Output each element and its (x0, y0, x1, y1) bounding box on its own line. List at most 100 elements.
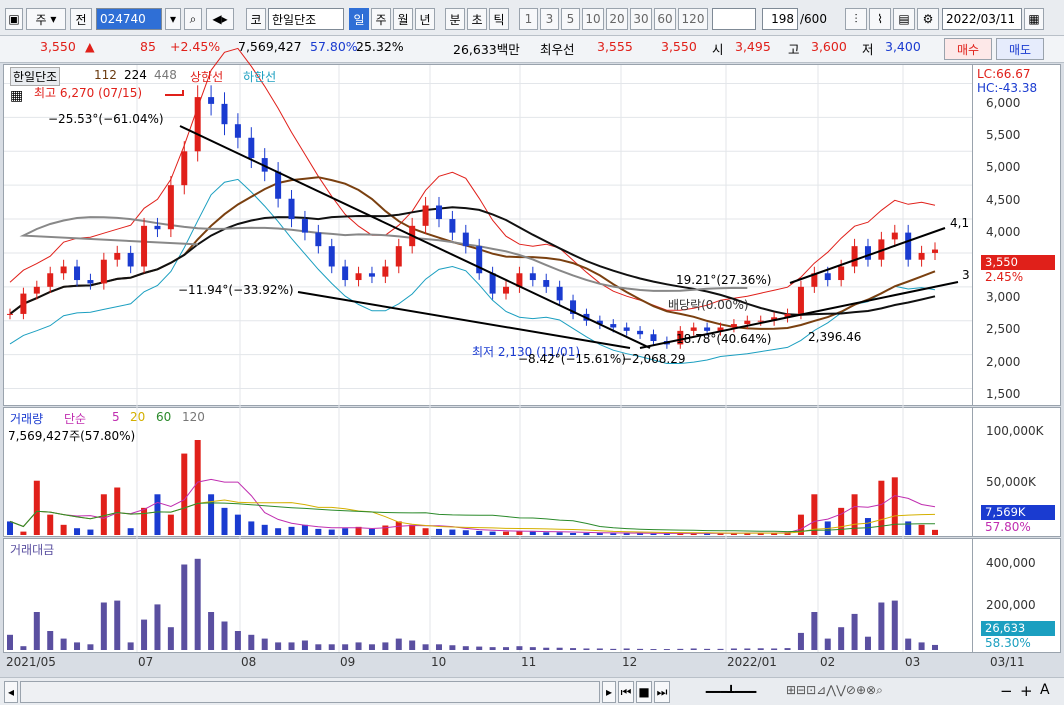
trend-note-2: −11.94°(−33.92%) (178, 283, 294, 297)
volume-bar (583, 532, 590, 535)
amount-bar (208, 612, 215, 650)
amount-bar (221, 621, 228, 650)
amount-bar (33, 612, 40, 650)
first-page-icon[interactable]: ⏮ (618, 681, 634, 703)
y-tick: 5,000 (986, 160, 1021, 174)
amount-bar (824, 638, 831, 650)
volume-bar (74, 528, 81, 535)
hc-value: HC:-43.38 (977, 81, 1038, 95)
last-page-icon[interactable]: ⏭ (654, 681, 670, 703)
table-icon[interactable]: ▦ (10, 88, 23, 104)
candle-body (623, 327, 630, 331)
candle-body (503, 286, 510, 294)
font-size-icon[interactable]: A (1040, 682, 1050, 698)
amount-bar (114, 600, 121, 650)
last-price-tag: 3,550 (981, 255, 1055, 270)
candle-body (891, 232, 898, 240)
amount-bar (449, 645, 456, 650)
candle-body (275, 171, 282, 199)
candle-body (141, 225, 148, 267)
amount-bar (663, 649, 670, 650)
candle-body (234, 124, 241, 138)
trend-line-low (297, 291, 631, 349)
candle-body (650, 334, 657, 342)
volume-bar (543, 532, 550, 535)
volume-bar (33, 480, 40, 535)
legend-ma224: 224 (124, 68, 147, 82)
amount-bar (650, 649, 657, 650)
candle-body (797, 286, 804, 314)
y-tick: 4,500 (986, 193, 1021, 207)
amount-bar (690, 648, 697, 650)
amount-bar (74, 642, 81, 650)
volume-ma20-line (9, 499, 936, 534)
amount-bar (275, 642, 282, 650)
volume-bar (127, 528, 134, 535)
candle-body (248, 137, 255, 159)
y-tick: 5,500 (986, 128, 1021, 142)
trend-note-7: 2,396.46 (808, 330, 862, 344)
amount-bar (127, 642, 134, 650)
amount-bar (489, 647, 496, 650)
zoom-slider[interactable]: ━━━┻━━━ (686, 681, 776, 703)
volume-bar (221, 507, 228, 535)
candle-body (556, 286, 563, 301)
amount-bar (704, 648, 711, 650)
amount-ratio-tag: 58.30% (985, 636, 1031, 650)
candle-body (100, 259, 107, 284)
candle-body (610, 324, 617, 328)
x-tick: 11 (521, 655, 537, 669)
scroll-left-icon[interactable]: ◂ (4, 681, 18, 703)
trend-note-4: −8.42°(−15.61%) (518, 352, 626, 366)
volume-legend: 거래량 (10, 412, 44, 426)
volume-bar (288, 526, 295, 535)
ma224-line (9, 206, 936, 316)
amount-bar (744, 648, 751, 650)
volume-bar (529, 531, 536, 535)
volume-bar (47, 514, 54, 535)
amount-bar (301, 640, 308, 650)
amount-bar (167, 627, 174, 650)
y-tick: 6,000 (986, 96, 1021, 110)
amount-bar (864, 636, 871, 650)
candle-body (704, 327, 711, 331)
candle-body (462, 232, 469, 247)
candle-body (422, 205, 429, 226)
bottom-toolbar: ◂ ▸ ⏮ ■ ⏭ ━━━┻━━━ ⊞⊟⊡⊿⋀⋁⊘⊕⊗⌕ − + A (0, 677, 1064, 705)
zoom-out-icon[interactable]: − (1000, 682, 1013, 700)
y-tick: 2,000 (986, 355, 1021, 369)
zoom-in-icon[interactable]: + (1020, 682, 1033, 700)
scroll-right-icon[interactable]: ▸ (602, 681, 616, 703)
trend-note-3: 19.21°(27.36%) (676, 273, 772, 287)
amount-bar (596, 648, 603, 650)
amount-bar (87, 644, 94, 650)
x-tick: 02 (820, 655, 836, 669)
amount-bar (20, 646, 27, 650)
volume-bar (610, 533, 617, 535)
volume-value: 7,569,427주(57.80%) (8, 429, 136, 443)
amount-bar (610, 648, 617, 650)
volume-bar (342, 528, 349, 535)
amount-bar (261, 638, 268, 650)
amount-bar (141, 619, 148, 650)
amount-bar (891, 600, 898, 650)
volume-bar (891, 477, 898, 535)
high-arrow (165, 90, 184, 96)
candle-body (449, 219, 456, 233)
x-tick: 08 (241, 655, 257, 669)
volume-bar (409, 524, 416, 535)
dividend-note: 배당락(0.00%) (668, 298, 749, 312)
stop-icon[interactable]: ■ (636, 681, 652, 703)
amount-y-tick: 200,000 (986, 598, 1036, 612)
drawing-tools-icon[interactable]: ⊞⊟⊡⊿⋀⋁⊘⊕⊗⌕ (786, 683, 883, 698)
volume-bar (100, 494, 107, 535)
horizontal-scrollbar[interactable] (20, 681, 600, 703)
candle-body (208, 97, 215, 104)
legend-lower-band: 하한선 (243, 70, 277, 84)
volume-bar (234, 514, 241, 535)
candle-body (529, 273, 536, 281)
amount-bar (556, 647, 563, 650)
volume-bar (328, 529, 335, 535)
candle-body (918, 252, 925, 260)
legend-upper-band: 상한선 (190, 70, 224, 84)
